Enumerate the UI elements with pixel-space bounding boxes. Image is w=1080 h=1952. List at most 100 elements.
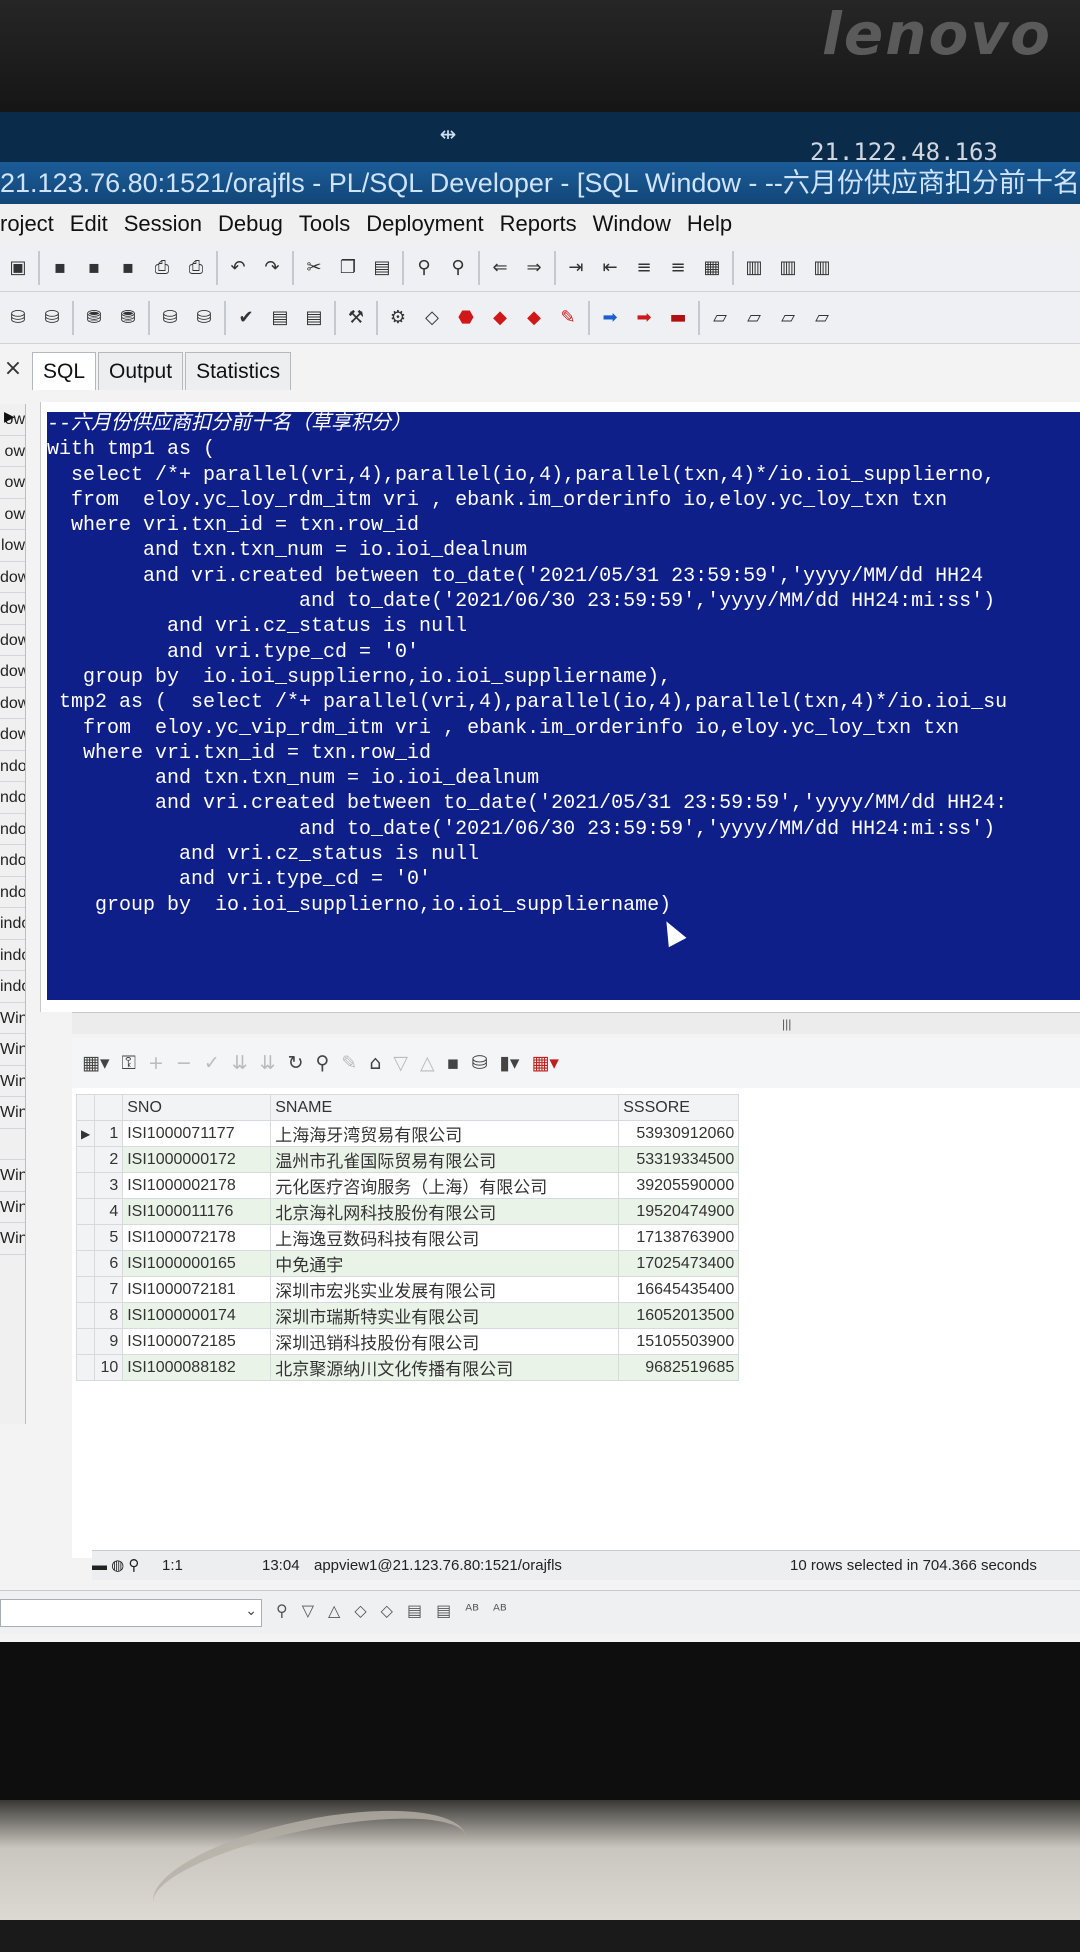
window-list-item[interactable]: indow xyxy=(0,908,25,940)
forward-icon[interactable]: ⇒ xyxy=(520,254,548,282)
row-indicator[interactable] xyxy=(75,1302,96,1329)
cell-sno[interactable]: ISI1000000172 xyxy=(122,1146,272,1173)
wrench-icon[interactable]: ⚒ xyxy=(342,304,370,332)
window-list-item[interactable]: ndow xyxy=(0,845,25,877)
menu-item-8[interactable]: Help xyxy=(687,211,732,236)
window-list-item[interactable]: Window xyxy=(0,1097,25,1129)
row-number[interactable]: 6 xyxy=(94,1250,124,1277)
window-list-item[interactable]: Window - xyxy=(0,1192,25,1223)
find-input[interactable]: ⌄ xyxy=(0,1599,262,1627)
scroll-grip-icon[interactable]: ||| xyxy=(782,1017,791,1031)
paste-icon[interactable]: ▤ xyxy=(368,254,396,282)
case-sensitive-icon[interactable]: ᴬᴮ xyxy=(465,1601,479,1620)
row-indicator[interactable] xyxy=(75,1354,96,1381)
window-list-item[interactable]: ndow xyxy=(0,877,25,908)
arrange-icon[interactable]: ▥ xyxy=(808,254,836,282)
cell-sno[interactable]: ISI1000072185 xyxy=(122,1328,272,1355)
execute-icon[interactable]: ⚙ xyxy=(384,304,412,332)
row-number[interactable]: 4 xyxy=(94,1198,124,1225)
tab-statistics[interactable]: Statistics xyxy=(185,352,292,390)
grid-view-icon[interactable]: ▦▾ xyxy=(82,1052,110,1074)
pin-icon[interactable]: ⇹ xyxy=(430,122,466,150)
clear-icon[interactable]: ⇊ xyxy=(260,1052,276,1074)
window-list-item[interactable]: ndow xyxy=(0,782,25,814)
database-icon[interactable]: ⛃ xyxy=(80,304,108,332)
brush-icon[interactable]: ✎ xyxy=(554,304,582,332)
cell-sssore[interactable]: 15105503900 xyxy=(618,1328,740,1355)
column-header-sname[interactable]: SNAME xyxy=(270,1094,620,1121)
print-preview-icon[interactable]: ⎙ xyxy=(182,254,210,282)
find-icon[interactable]: ⚲ xyxy=(316,1052,330,1074)
next-icon[interactable]: ▽ xyxy=(393,1052,408,1074)
arrow-right-red-icon[interactable]: ➡ xyxy=(630,304,658,332)
window-list-item[interactable] xyxy=(0,1129,25,1160)
row-indicator[interactable] xyxy=(75,1276,96,1303)
copy-icon[interactable]: ❐ xyxy=(334,254,362,282)
cell-sno[interactable]: ISI1000000174 xyxy=(122,1302,272,1329)
clear-find-icon[interactable]: ◇ xyxy=(381,1601,393,1620)
cell-sname[interactable]: 北京海礼网科技股份有限公司 xyxy=(270,1198,620,1225)
car-icon[interactable]: ▬ xyxy=(664,304,692,332)
cell-sssore[interactable]: 17025473400 xyxy=(618,1250,740,1277)
window-list-close-icon[interactable]: × xyxy=(0,352,26,386)
window-list-item[interactable]: dow xyxy=(0,656,25,688)
row-number[interactable]: 1 xyxy=(94,1120,124,1147)
print-icon[interactable]: ⎙ xyxy=(148,254,176,282)
cell-sname[interactable]: 元化医疗咨询服务（上海）有限公司 xyxy=(270,1172,620,1199)
row-number[interactable]: 9 xyxy=(94,1328,124,1355)
row-indicator[interactable] xyxy=(75,1172,96,1199)
connect-icon[interactable]: ⛁ xyxy=(4,304,32,332)
edit-icon[interactable]: ✎ xyxy=(341,1052,357,1074)
cell-sno[interactable]: ISI1000088182 xyxy=(122,1354,272,1381)
window-list-item[interactable]: Window - xyxy=(0,1223,25,1255)
lock-icon[interactable]: ⚿ xyxy=(122,1052,136,1074)
commit-icon[interactable]: ⛁ xyxy=(156,304,184,332)
table-export-icon[interactable]: ▦▾ xyxy=(531,1052,559,1074)
table-row[interactable]: 3 ISI1000002178 元化医疗咨询服务（上海）有限公司 3920559000… xyxy=(75,1172,740,1199)
tab-sql[interactable]: SQL xyxy=(32,352,97,390)
sql-editor[interactable]: --六月份供应商扣分前十名（草享积分） with tmp1 as ( select… xyxy=(40,402,1080,1012)
cell-sno[interactable]: ISI1000000165 xyxy=(122,1250,272,1277)
results-grid[interactable]: SNO SNAME SSSORE ▶ 1 ISI1000071177 上海海牙湾贸易有… xyxy=(75,1094,740,1381)
row-indicator[interactable] xyxy=(75,1250,96,1277)
export-db-icon[interactable]: ⛁ xyxy=(472,1052,488,1074)
table-row[interactable]: 9 ISI1000072185 深圳迅销科技股份有限公司 15105503900 xyxy=(75,1328,740,1355)
cell-sssore[interactable]: 19520474900 xyxy=(618,1198,740,1225)
cell-sssore[interactable]: 9682519685 xyxy=(618,1354,740,1381)
window-list-item[interactable]: dow xyxy=(0,625,25,656)
row-number[interactable]: 8 xyxy=(94,1302,124,1329)
chevron-down-icon[interactable]: ⌄ xyxy=(245,1602,257,1619)
options-icon[interactable]: ▤ xyxy=(436,1601,451,1620)
save-icon[interactable]: ▪ xyxy=(46,254,74,282)
window-list-item[interactable]: Window xyxy=(0,1003,25,1034)
highlight-icon[interactable]: ◇ xyxy=(354,1601,366,1620)
cube-icon[interactable]: ◆ xyxy=(520,304,548,332)
window-list-item[interactable]: ow xyxy=(0,499,25,530)
cell-sname[interactable]: 深圳市瑞斯特实业有限公司 xyxy=(270,1302,620,1329)
menu-item-7[interactable]: Window xyxy=(593,211,671,236)
window-list-arrow-icon[interactable]: ▶ xyxy=(4,404,24,428)
column-header-sssore[interactable]: SSSORE xyxy=(618,1094,740,1121)
chart-icon[interactable]: ▮▾ xyxy=(499,1052,519,1074)
save-as-icon[interactable]: ▪ xyxy=(80,254,108,282)
rollback-icon[interactable]: ⛁ xyxy=(190,304,218,332)
window-list-item[interactable]: ndow xyxy=(0,814,25,845)
add-record-icon[interactable]: + xyxy=(148,1052,164,1074)
row-number[interactable]: 5 xyxy=(94,1224,124,1251)
comment-icon[interactable]: ≡ xyxy=(630,254,658,282)
table-row[interactable]: 10 ISI1000088182 北京聚源纳川文化传播有限公司 9682519685 xyxy=(75,1354,740,1381)
find-next-icon[interactable]: ▽ xyxy=(302,1601,314,1620)
window-list-item[interactable]: dow xyxy=(0,719,25,751)
window-list-item[interactable]: ndow xyxy=(0,751,25,782)
window-list-item[interactable]: low xyxy=(0,530,25,562)
find-icon[interactable]: ⚲ xyxy=(410,254,438,282)
column-header-sno[interactable]: SNO xyxy=(122,1094,272,1121)
cell-sname[interactable]: 深圳市宏兆实业发展有限公司 xyxy=(270,1276,620,1303)
menu-item-2[interactable]: Session xyxy=(124,211,202,236)
row-number[interactable]: 3 xyxy=(94,1172,124,1199)
single-record-view-icon[interactable]: ⌂ xyxy=(369,1052,381,1074)
menu-item-0[interactable]: roject xyxy=(0,211,54,236)
cell-sno[interactable]: ISI1000072181 xyxy=(122,1276,272,1303)
cell-sname[interactable]: 上海海牙湾贸易有限公司 xyxy=(270,1120,620,1147)
cell-sno[interactable]: ISI1000072178 xyxy=(122,1224,272,1251)
